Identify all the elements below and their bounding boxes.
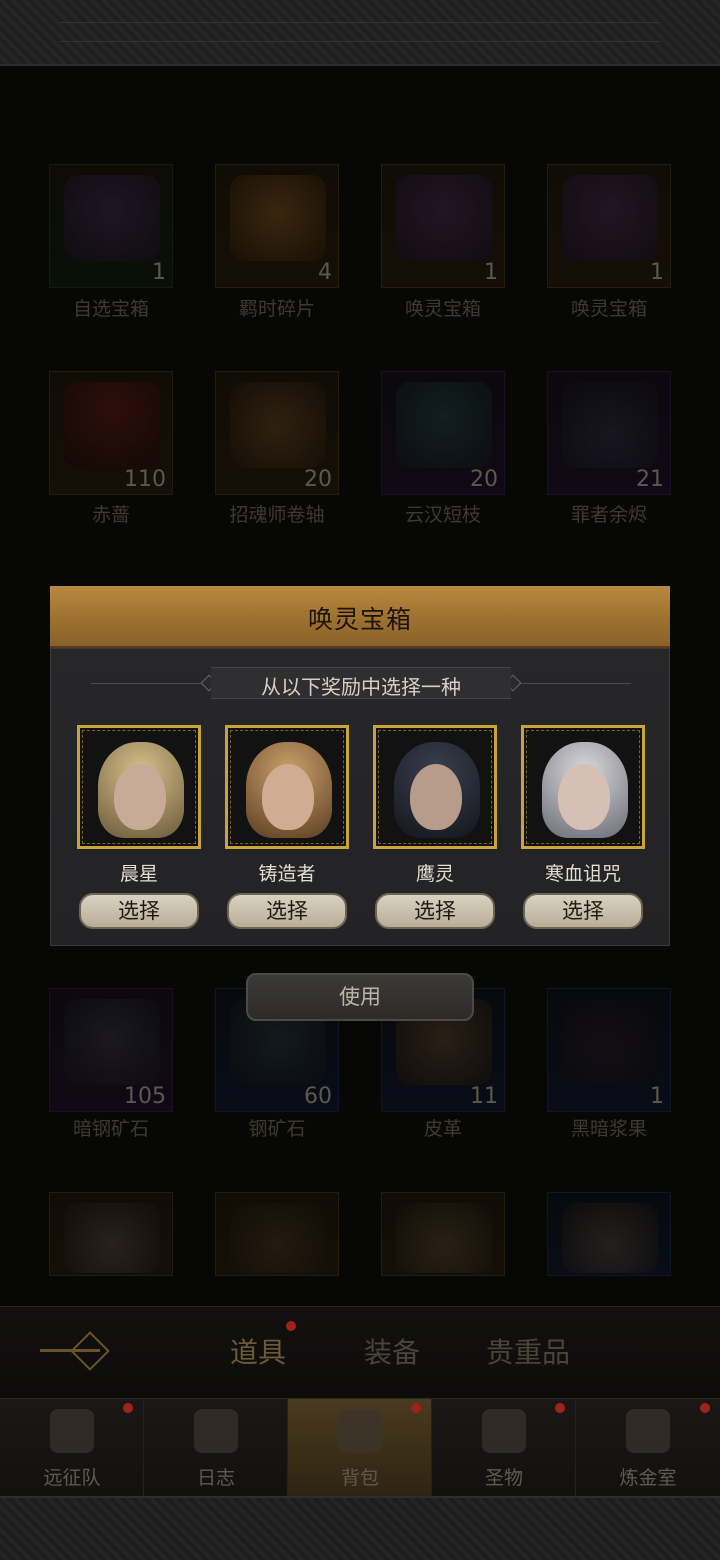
divider-line	[511, 683, 631, 684]
hero-portrait[interactable]	[225, 725, 349, 849]
select-button[interactable]: 选择	[523, 893, 643, 929]
notification-dot	[286, 1321, 296, 1331]
nav-journal[interactable]: 日志	[144, 1399, 288, 1497]
nav-label: 远征队	[43, 1467, 101, 1489]
nav-label: 背包	[340, 1467, 379, 1489]
backpack-chest-icon	[338, 1409, 382, 1453]
nav-expedition[interactable]: 远征队	[0, 1399, 144, 1497]
alchemy-flask-icon	[626, 1409, 670, 1453]
hero-name: 铸造者	[258, 863, 316, 885]
notification-dot	[411, 1403, 421, 1413]
reward-choice-dialog: 唤灵宝箱 从以下奖励中选择一种 晨星 选择 铸造者 选择 鹰灵 选择 寒血诅咒 …	[50, 586, 670, 946]
bottom-frame	[0, 1496, 720, 1560]
select-button[interactable]: 选择	[79, 893, 199, 929]
portrait-frame	[378, 730, 492, 844]
hero-name: 晨星	[119, 863, 158, 885]
nav-alchemy[interactable]: 炼金室	[576, 1399, 720, 1497]
use-button[interactable]: 使用	[246, 973, 474, 1021]
select-button[interactable]: 选择	[227, 893, 347, 929]
nav-relics[interactable]: 圣物	[432, 1399, 576, 1497]
viking-helmet-icon	[50, 1409, 94, 1453]
top-ornament	[60, 22, 660, 42]
dialog-body: 从以下奖励中选择一种 晨星 选择 铸造者 选择 鹰灵 选择 寒血诅咒 选择	[50, 648, 670, 946]
relic-chalice-icon	[482, 1409, 526, 1453]
divider-line	[91, 683, 211, 684]
portrait-frame	[526, 730, 640, 844]
back-button[interactable]	[40, 1329, 130, 1375]
notification-dot	[123, 1403, 133, 1413]
notification-dot	[555, 1403, 565, 1413]
hero-portrait[interactable]	[77, 725, 201, 849]
hero-portrait[interactable]	[373, 725, 497, 849]
dialog-title: 唤灵宝箱	[307, 605, 412, 634]
notification-dot	[700, 1403, 710, 1413]
tab-valuables[interactable]: 贵重品	[486, 1331, 570, 1371]
inventory-tabs: 道具 装备 贵重品	[0, 1306, 720, 1398]
dialog-subtitle: 从以下奖励中选择一种	[261, 675, 461, 699]
top-frame	[0, 0, 720, 66]
portrait-frame	[230, 730, 344, 844]
nav-label: 圣物	[484, 1467, 523, 1489]
back-arrow-icon	[70, 1331, 110, 1371]
hero-name: 寒血诅咒	[544, 863, 621, 885]
nav-backpack[interactable]: 背包	[288, 1399, 432, 1497]
hero-portrait[interactable]	[521, 725, 645, 849]
portrait-frame	[82, 730, 196, 844]
nav-label: 日志	[196, 1467, 235, 1489]
select-button[interactable]: 选择	[375, 893, 495, 929]
journal-scroll-icon	[194, 1409, 238, 1453]
dialog-header: 唤灵宝箱	[50, 586, 670, 648]
tab-equipment[interactable]: 装备	[364, 1331, 420, 1371]
tab-items[interactable]: 道具	[230, 1331, 286, 1371]
nav-label: 炼金室	[619, 1467, 677, 1489]
bottom-navigation: 远征队 日志 背包 圣物 炼金室	[0, 1398, 720, 1497]
hero-name: 鹰灵	[415, 863, 454, 885]
